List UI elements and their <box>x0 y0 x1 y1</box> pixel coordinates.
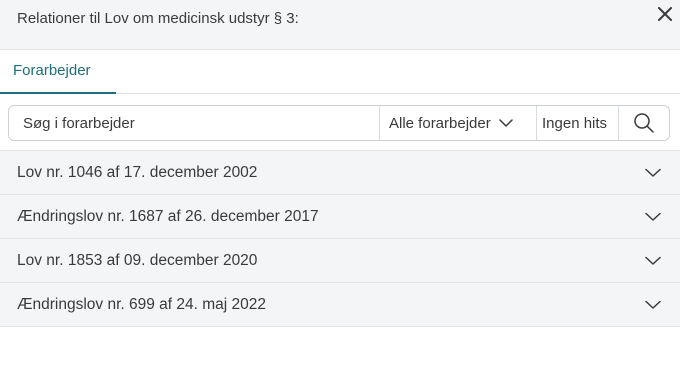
dialog-title: Relationer til Lov om medicinsk udstyr §… <box>17 10 299 27</box>
close-icon <box>658 7 672 21</box>
chevron-down-icon <box>645 212 661 222</box>
list-item-label: Ændringslov nr. 1687 af 26. december 201… <box>17 207 319 225</box>
tab-forarbejder[interactable]: Forarbejder <box>0 50 116 94</box>
search-icon <box>634 113 654 133</box>
relations-list: Lov nr. 1046 af 17. december 2002 Ændrin… <box>0 150 680 327</box>
dialog-header: Relationer til Lov om medicinsk udstyr §… <box>0 0 680 50</box>
filter-dropdown[interactable]: Alle forarbejder <box>379 106 536 140</box>
close-button[interactable] <box>655 4 675 24</box>
search-bar: Alle forarbejder Ingen hits <box>8 105 670 141</box>
list-item[interactable]: Lov nr. 1853 af 09. december 2020 <box>0 239 680 283</box>
list-item-label: Lov nr. 1853 af 09. december 2020 <box>17 251 258 269</box>
search-input[interactable] <box>9 106 379 140</box>
list-item[interactable]: Lov nr. 1046 af 17. december 2002 <box>0 151 680 195</box>
hits-count: Ingen hits <box>536 106 618 140</box>
list-item-label: Ændringslov nr. 699 af 24. maj 2022 <box>17 295 267 313</box>
chevron-down-icon <box>498 118 513 128</box>
filter-dropdown-label: Alle forarbejder <box>389 114 491 132</box>
list-item[interactable]: Ændringslov nr. 699 af 24. maj 2022 <box>0 283 680 327</box>
list-item[interactable]: Ændringslov nr. 1687 af 26. december 201… <box>0 195 680 239</box>
chevron-down-icon <box>645 168 661 178</box>
list-item-label: Lov nr. 1046 af 17. december 2002 <box>17 163 258 181</box>
chevron-down-icon <box>645 256 661 266</box>
tab-bar: Forarbejder <box>0 50 680 94</box>
search-button[interactable] <box>618 106 669 140</box>
chevron-down-icon <box>645 300 661 310</box>
